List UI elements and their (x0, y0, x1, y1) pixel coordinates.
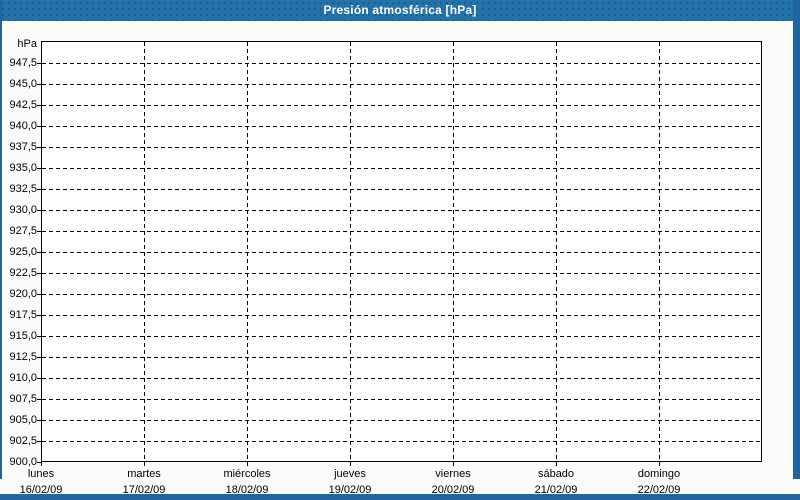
x-axis-day-label: viernes (435, 468, 471, 480)
y-axis-tick (37, 63, 41, 64)
y-axis-tick (37, 420, 41, 421)
x-axis-date-label: 19/02/09 (328, 484, 372, 496)
y-axis-tick-label: 922,5 (9, 267, 37, 279)
y-axis-tick (37, 378, 41, 379)
x-axis-date-label: 18/02/09 (225, 484, 269, 496)
y-axis-tick-label: 905,0 (9, 414, 37, 426)
day-boundary-gridline (350, 42, 351, 461)
y-axis-tick-label: 927,5 (9, 225, 37, 237)
chart-title-bar: Presión atmosférica [hPa] (0, 0, 800, 21)
x-axis-day-label: jueves (334, 468, 366, 480)
day-boundary-gridline (144, 42, 145, 461)
y-gridline (42, 126, 761, 127)
y-axis-tick-label: 932,5 (9, 183, 37, 195)
y-gridline (42, 189, 761, 190)
y-axis-tick (37, 315, 41, 316)
plot-area (41, 41, 762, 462)
y-axis-tick (37, 336, 41, 337)
y-gridline (42, 252, 761, 253)
y-gridline (42, 294, 761, 295)
y-axis-tick-label: 935,0 (9, 162, 37, 174)
x-axis-date-label: 17/02/09 (122, 484, 166, 496)
x-axis-day-label: martes (127, 468, 161, 480)
y-gridline (42, 210, 761, 211)
y-axis-tick-label: 915,0 (9, 330, 37, 342)
frame-border-right (793, 0, 800, 479)
y-axis-tick-label: 917,5 (9, 309, 37, 321)
x-axis-date-label: 16/02/09 (19, 484, 63, 496)
x-axis-tick (247, 462, 248, 466)
day-boundary-gridline (453, 42, 454, 461)
x-axis-date-label: 22/02/09 (637, 484, 681, 496)
y-axis-tick-label: 907,5 (9, 393, 37, 405)
y-gridline (42, 378, 761, 379)
x-axis-day-label: sábado (537, 468, 575, 480)
y-axis-tick (37, 231, 41, 232)
y-axis-tick-label: 910,0 (9, 372, 37, 384)
y-gridline (42, 63, 761, 64)
y-gridline (42, 399, 761, 400)
frame-border-left (0, 0, 2, 479)
y-axis-tick (37, 210, 41, 211)
x-axis-tick (453, 462, 454, 466)
day-boundary-gridline (556, 42, 557, 461)
x-axis-date-label: 20/02/09 (431, 484, 475, 496)
y-gridline (42, 84, 761, 85)
y-axis-tick (37, 84, 41, 85)
y-gridline (42, 147, 761, 148)
chart-title: Presión atmosférica [hPa] (323, 3, 477, 17)
y-axis-tick (37, 126, 41, 127)
y-axis-tick-label: 942,5 (9, 99, 37, 111)
y-axis-tick (37, 252, 41, 253)
y-axis-tick (37, 441, 41, 442)
y-gridline (42, 231, 761, 232)
x-axis-tick (556, 462, 557, 466)
y-axis-tick-label: 937,5 (9, 141, 37, 153)
x-axis-day-label: miércoles (223, 468, 271, 480)
x-axis-date-label: 21/02/09 (534, 484, 578, 496)
day-boundary-gridline (659, 42, 660, 461)
y-gridline (42, 336, 761, 337)
x-axis-day-label: domingo (637, 468, 681, 480)
y-axis-tick-label: 912,5 (9, 351, 37, 363)
y-axis-tick (37, 294, 41, 295)
y-axis-tick (37, 357, 41, 358)
x-axis-tick (144, 462, 145, 466)
y-axis-tick (37, 105, 41, 106)
x-axis-tick (41, 462, 42, 466)
pressure-chart-panel: Presión atmosférica [hPa] hPa 947,5 945,0… (0, 0, 800, 500)
y-gridline (42, 105, 761, 106)
y-axis-tick (37, 189, 41, 190)
y-axis-unit-label: hPa (17, 38, 37, 50)
y-axis-tick (37, 147, 41, 148)
y-gridline (42, 441, 761, 442)
y-axis-tick-label: 940,0 (9, 120, 37, 132)
x-axis-day-label: lunes (27, 468, 55, 480)
y-axis-tick-label: 900,0 (9, 456, 37, 468)
y-gridline (42, 315, 761, 316)
day-boundary-gridline (247, 42, 248, 461)
x-axis-tick (350, 462, 351, 466)
y-axis-tick-label: 947,5 (9, 57, 37, 69)
y-axis-tick-label: 925,0 (9, 246, 37, 258)
y-axis-tick-label: 920,0 (9, 288, 37, 300)
y-axis-tick-label: 902,5 (9, 435, 37, 447)
y-gridline (42, 168, 761, 169)
y-gridline (42, 273, 761, 274)
y-axis-tick (37, 399, 41, 400)
y-axis-tick (37, 273, 41, 274)
y-axis-tick (37, 168, 41, 169)
x-axis-tick (659, 462, 660, 466)
y-gridline (42, 420, 761, 421)
y-gridline (42, 357, 761, 358)
y-axis-tick-label: 945,0 (9, 78, 37, 90)
y-axis-tick-label: 930,0 (9, 204, 37, 216)
